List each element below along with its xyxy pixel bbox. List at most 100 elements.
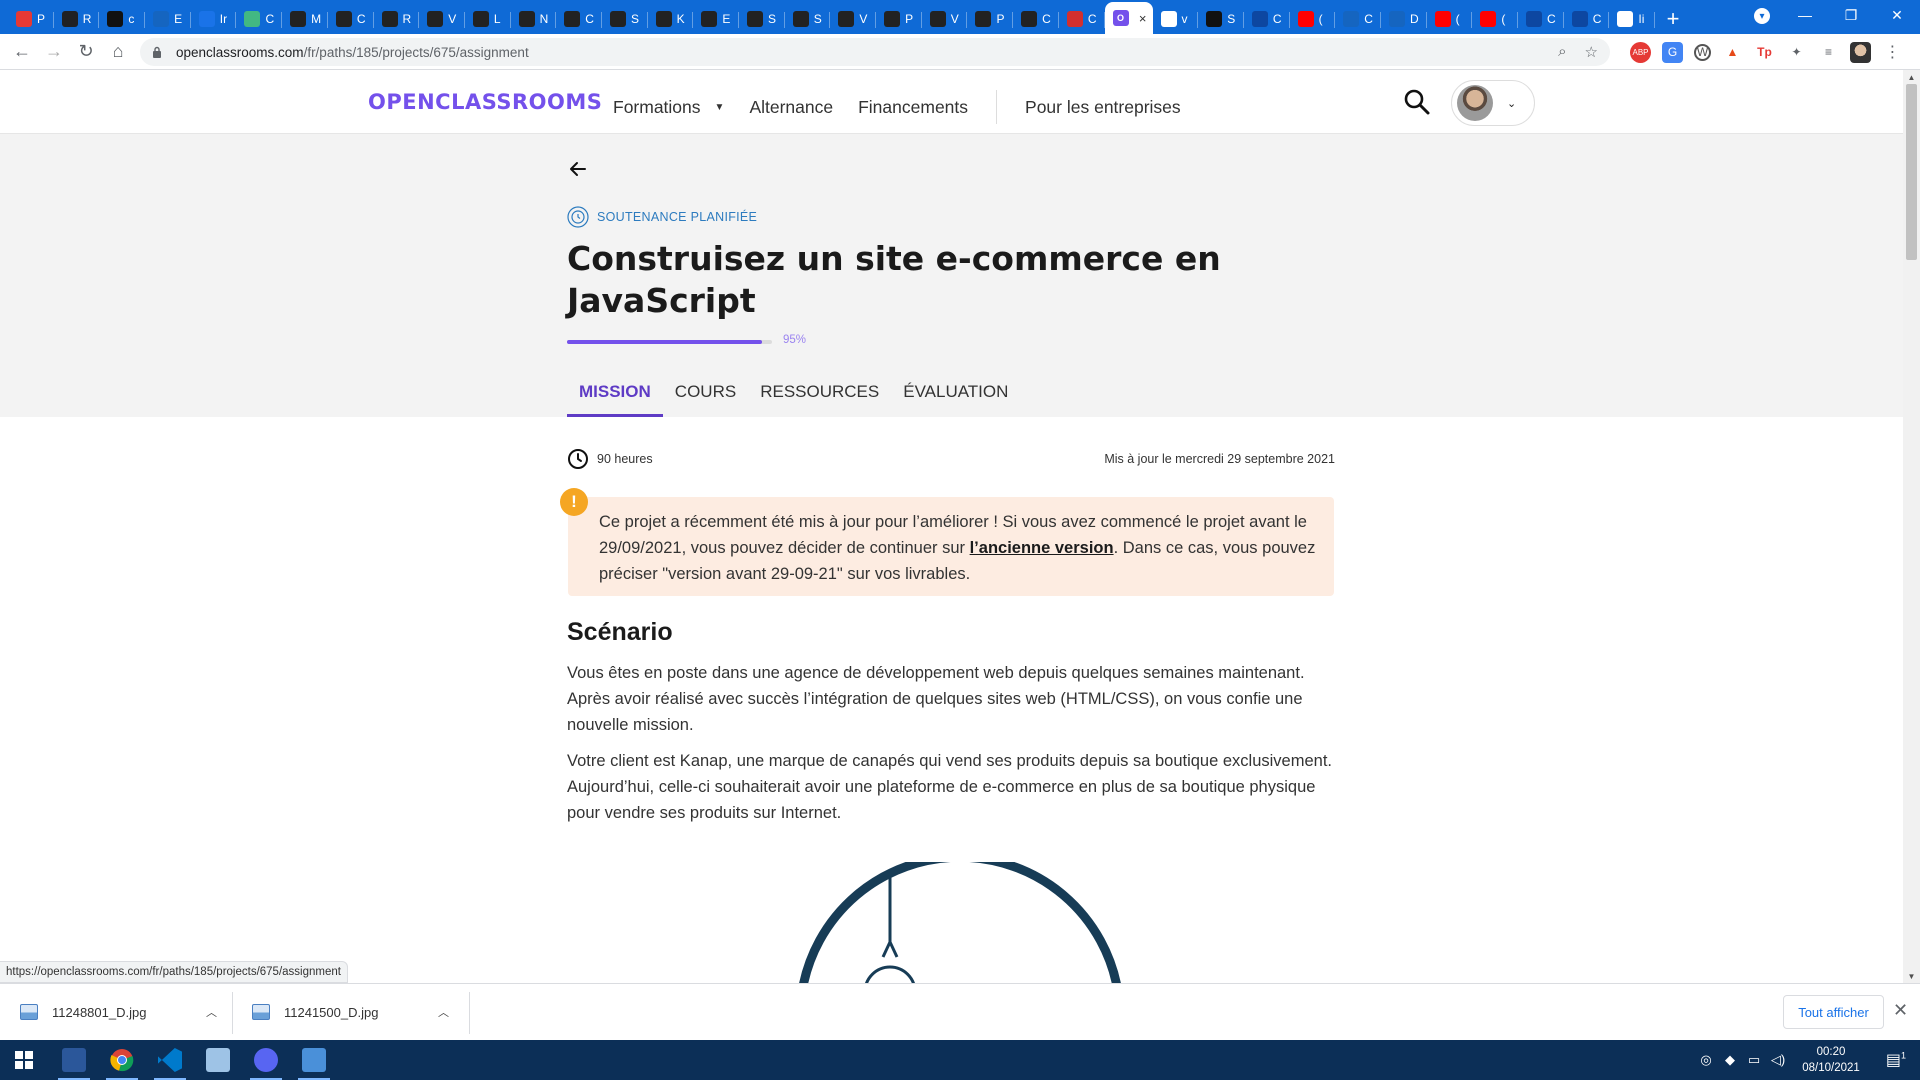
download-item-2[interactable]: 11241500_D.jpg ︿ [252,996,452,1028]
page-scrollbar[interactable]: ▲ ▼ [1903,70,1920,983]
browser-tab[interactable]: M [282,4,328,34]
browser-tab[interactable]: Ir [191,4,237,34]
tab-title: v [1181,12,1188,26]
browser-tab[interactable]: V [830,4,876,34]
close-icon[interactable]: ✕ [1893,1000,1908,1021]
tab-evaluation[interactable]: ÉVALUATION [891,370,1020,417]
reading-list-icon[interactable]: ≡ [1818,42,1839,63]
security-tray-icon[interactable]: ◆ [1718,1052,1742,1068]
vscode-app-icon[interactable] [146,1040,194,1080]
chevron-up-icon[interactable]: ︿ [206,1004,217,1020]
browser-tab[interactable]: S [739,4,785,34]
browser-tab[interactable]: R [54,4,100,34]
browser-tab[interactable]: R [374,4,420,34]
new-tab-button[interactable]: + [1655,4,1691,34]
scroll-down-icon[interactable]: ▼ [1903,969,1920,983]
browser-profile-avatar[interactable] [1850,41,1871,63]
browser-tab[interactable]: ( [1472,4,1518,34]
browser-tab[interactable]: V [419,4,465,34]
youtube-icon [1297,11,1314,27]
adblock-icon[interactable]: ABP [1630,41,1651,63]
browser-tab[interactable]: ( [1427,4,1473,34]
back-arrow-icon[interactable] [567,158,589,180]
scrollbar-thumb[interactable] [1906,84,1917,260]
zoom-icon[interactable]: ⌕ [1558,43,1566,61]
old-version-link[interactable]: l’ancienne version [970,539,1114,557]
network-icon[interactable]: ▭ [1742,1052,1766,1068]
browser-tab[interactable]: E [693,4,739,34]
browser-tab[interactable]: Ii [1609,4,1655,34]
browser-tab[interactable]: S [1198,4,1244,34]
browser-tab[interactable]: C [1335,4,1381,34]
address-bar[interactable]: openclassrooms.com/fr/paths/185/projects… [140,38,1610,66]
nav-financements[interactable]: Financements [858,97,968,118]
browser-tab[interactable]: C [1059,4,1105,34]
word-app-icon[interactable] [50,1040,98,1080]
nav-formations[interactable]: Formations ▼ [613,97,724,118]
tab-title: C [1364,12,1373,26]
minimize-icon[interactable]: — [1782,0,1828,30]
menu-kebab-icon[interactable]: ⋮ [1882,42,1903,63]
windows-start-icon[interactable] [0,1040,48,1080]
browser-tab[interactable]: K [648,4,694,34]
browser-tab[interactable]: C [1013,4,1059,34]
browser-tab[interactable]: E [145,4,191,34]
back-icon[interactable]: ← [6,36,38,68]
browser-tab[interactable]: C [328,4,374,34]
close-window-icon[interactable]: ✕ [1874,0,1920,30]
browser-tab[interactable]: C [1564,4,1610,34]
chrome-app-icon[interactable] [98,1040,146,1080]
lab-icon[interactable]: ▲ [1722,42,1743,63]
translate-icon[interactable]: G [1662,41,1683,63]
browser-tab[interactable]: v [1153,4,1199,34]
browser-tab[interactable]: ( [1290,4,1336,34]
browser-tab[interactable]: c [99,4,145,34]
browser-tab[interactable]: L [465,4,511,34]
discord-app-icon[interactable] [242,1040,290,1080]
browser-tab[interactable]: P [876,4,922,34]
extensions-puzzle-icon[interactable]: ✦ [1786,42,1807,63]
browser-tab[interactable]: N [511,4,557,34]
forward-icon[interactable]: → [38,36,70,68]
browser-tab[interactable]: C [1518,4,1564,34]
download-item-1[interactable]: 11248801_D.jpg ︿ [20,996,220,1028]
nav-alternance[interactable]: Alternance [749,97,833,118]
discord-tray-icon[interactable]: ◎ [1694,1052,1718,1068]
browser-tab[interactable]: V [922,4,968,34]
notification-icon[interactable]: ▤1 [1872,1050,1920,1070]
search-icon[interactable] [1403,88,1431,116]
browser-tab[interactable]: S [602,4,648,34]
browser-tab[interactable]: S [785,4,831,34]
chevron-up-icon[interactable]: ︿ [438,1004,449,1020]
browser-tab[interactable]: C [556,4,602,34]
openclassrooms-logo[interactable]: OPENCLASSROOMS [368,90,602,114]
browser-tab[interactable]: C [236,4,282,34]
notepad-app-icon[interactable] [194,1040,242,1080]
show-all-downloads-button[interactable]: Tout afficher [1783,995,1884,1029]
photos-app-icon[interactable] [290,1040,338,1080]
tab-mission[interactable]: MISSION [567,370,663,417]
github-icon [1021,11,1038,27]
taskbar-clock[interactable]: 00:20 08/10/2021 [1790,1044,1872,1076]
reload-icon[interactable]: ↻ [70,36,102,68]
browser-tab[interactable]: C [1244,4,1290,34]
wordpress-icon[interactable]: W [1694,43,1711,61]
tab-title: P [905,12,914,26]
browser-tab[interactable]: P [8,4,54,34]
tab-title: M [311,12,322,26]
browser-tab[interactable]: D [1381,4,1427,34]
tp-icon[interactable]: Tp [1754,42,1775,63]
close-tab-icon[interactable]: × [1139,11,1147,26]
user-menu-button[interactable]: ⌄ [1451,80,1535,126]
nav-entreprises[interactable]: Pour les entreprises [1025,97,1181,118]
browser-tab-active[interactable]: O × [1104,2,1153,34]
tab-ressources[interactable]: RESSOURCES [748,370,891,417]
browser-tab[interactable]: P [967,4,1013,34]
home-icon[interactable]: ⌂ [102,36,134,68]
restore-icon[interactable]: ❐ [1828,0,1874,30]
scroll-up-icon[interactable]: ▲ [1903,70,1920,84]
tab-cours[interactable]: COURS [663,370,748,417]
tab-search-icon[interactable]: ▾ [1754,8,1770,24]
volume-icon[interactable]: ◁) [1766,1052,1790,1068]
bookmark-star-icon[interactable]: ☆ [1585,43,1598,61]
